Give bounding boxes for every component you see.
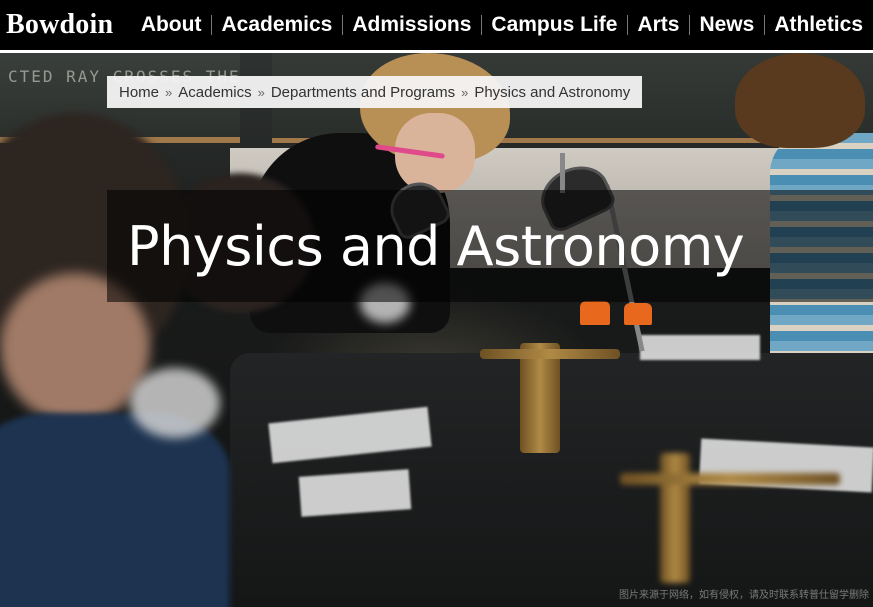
nav-news[interactable]: News — [689, 0, 764, 50]
nav-admissions[interactable]: Admissions — [342, 0, 481, 50]
breadcrumb-departments[interactable]: Departments and Programs — [271, 84, 455, 101]
student-left-body — [0, 413, 230, 607]
blurred-lamp — [130, 368, 220, 438]
nav-academics[interactable]: Academics — [211, 0, 342, 50]
nav-athletics[interactable]: Athletics — [764, 0, 873, 50]
breadcrumb-academics[interactable]: Academics — [178, 84, 251, 101]
student-right-hair — [735, 53, 865, 148]
bottle-cap — [624, 303, 652, 325]
nav-arts[interactable]: Arts — [627, 0, 689, 50]
breadcrumb-separator: » — [461, 84, 469, 100]
breadcrumb-separator: » — [165, 84, 173, 100]
bottle-cap — [580, 301, 610, 325]
breadcrumb-home[interactable]: Home — [119, 84, 159, 101]
brass-instrument — [620, 473, 840, 485]
watermark-text: 图片来源于网络，如有侵权，请及时联系转普仕留学删除 — [619, 590, 869, 601]
paper-sheet — [640, 335, 760, 360]
bowdoin-logo[interactable]: Bowdoin — [0, 9, 131, 41]
lamp-post — [560, 153, 565, 193]
brass-instrument — [480, 349, 620, 359]
page-title: Physics and Astronomy — [127, 214, 745, 278]
nav-campus-life[interactable]: Campus Life — [481, 0, 627, 50]
header-divider — [0, 50, 873, 53]
breadcrumb-current[interactable]: Physics and Astronomy — [474, 84, 630, 101]
brass-instrument — [520, 343, 560, 453]
main-nav: About Academics Admissions Campus Life A… — [131, 0, 873, 50]
nav-about[interactable]: About — [131, 0, 212, 50]
site-header: Bowdoin About Academics Admissions Campu… — [0, 0, 873, 50]
title-band: Physics and Astronomy — [107, 190, 873, 302]
hero-image: CTED RAY CROSSES THE 图片来源于网络，如有侵权，请及时联系转… — [0, 53, 873, 607]
paper-sheet — [298, 469, 412, 517]
breadcrumb-separator: » — [257, 84, 265, 100]
breadcrumb: Home » Academics » Departments and Progr… — [107, 76, 643, 108]
